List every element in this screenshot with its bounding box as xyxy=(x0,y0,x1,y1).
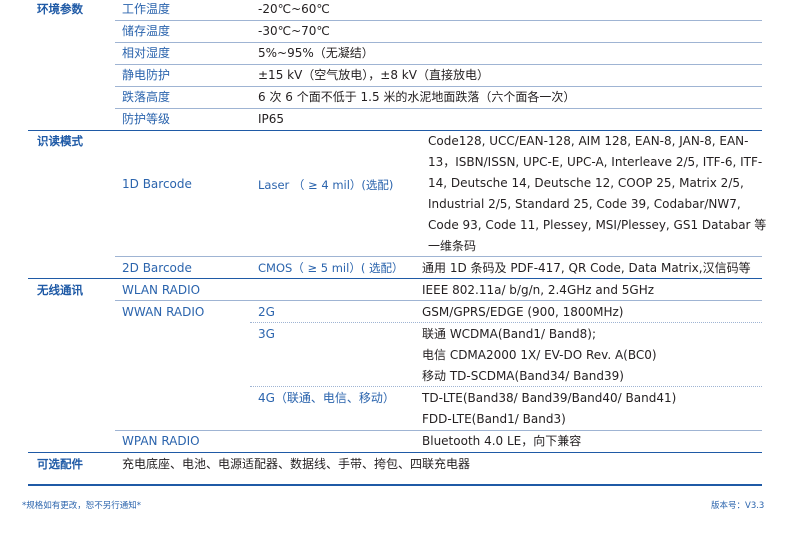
wpan-label: WPAN RADIO xyxy=(122,434,200,448)
wwan-3g-line: 移动 TD-SCDMA(Band34/ Band39) xyxy=(422,369,624,383)
env-value-operating-temp: -20℃~60℃ xyxy=(258,2,330,16)
scan-label-2d: 2D Barcode xyxy=(122,261,192,275)
row-divider xyxy=(115,256,762,257)
section-title-environment: 环境参数 xyxy=(37,2,83,16)
section-divider xyxy=(28,278,762,279)
footer-rule xyxy=(28,484,762,486)
row-divider xyxy=(115,64,762,65)
wwan-sub-4g: 4G（联通、电信、移动） xyxy=(258,391,395,405)
wwan-4g-line: FDD-LTE(Band1/ Band3) xyxy=(422,412,566,426)
wwan-2g-value: GSM/GPRS/EDGE (900, 1800MHz) xyxy=(422,305,624,319)
wwan-sub-2g: 2G xyxy=(258,305,275,319)
env-label-esd: 静电防护 xyxy=(122,68,171,82)
row-divider xyxy=(115,42,762,43)
wpan-value: Bluetooth 4.0 LE，向下兼容 xyxy=(422,434,582,448)
scan-1d-line: Code 93, Code 11, Plessey, MSI/Plessey, … xyxy=(428,218,767,232)
wwan-4g-line: TD-LTE(Band38/ Band39/Band40/ Band41) xyxy=(422,391,677,405)
env-label-storage-temp: 储存温度 xyxy=(122,24,171,38)
env-label-drop: 跌落高度 xyxy=(122,90,171,104)
env-value-storage-temp: -30℃~70℃ xyxy=(258,24,330,38)
env-value-humidity: 5%~95%（无凝结） xyxy=(258,46,374,60)
env-label-humidity: 相对湿度 xyxy=(122,46,171,60)
env-value-ip-rating: IP65 xyxy=(258,112,285,126)
footer-disclaimer: *规格如有更改，恕不另行通知* xyxy=(22,501,142,511)
row-divider xyxy=(115,430,762,431)
scan-1d-line: 13，ISBN/ISSN, UPC-E, UPC-A, Interleave 2… xyxy=(428,155,763,169)
scan-label-1d: 1D Barcode xyxy=(122,177,192,191)
scan-1d-line: 一维条码 xyxy=(428,239,477,253)
row-divider xyxy=(250,322,762,323)
wwan-label: WWAN RADIO xyxy=(122,305,205,319)
wwan-3g-line: 电信 CDMA2000 1X/ EV-DO Rev. A(BC0) xyxy=(422,348,657,362)
scan-1d-line: Code128, UCC/EAN-128, AIM 128, EAN-8, JA… xyxy=(428,134,749,148)
section-divider xyxy=(28,452,762,453)
accessories-value: 充电底座、电池、电源适配器、数据线、手带、挎包、四联充电器 xyxy=(122,457,471,471)
section-divider xyxy=(28,130,762,131)
section-title-accessories: 可选配件 xyxy=(37,457,83,471)
row-divider xyxy=(115,86,762,87)
scan-sub-cmos: CMOS（ ≥ 5 mil）( 选配） xyxy=(258,261,404,275)
scan-1d-line: 14, Deutsche 14, Deutsche 12, COOP 25, M… xyxy=(428,176,744,190)
wwan-3g-line: 联通 WCDMA(Band1/ Band8); xyxy=(422,327,597,341)
env-label-operating-temp: 工作温度 xyxy=(122,2,171,16)
scan-2d-value: 通用 1D 条码及 PDF-417, QR Code, Data Matrix,… xyxy=(422,261,751,275)
row-divider xyxy=(115,108,762,109)
scan-sub-laser: Laser （ ≥ 4 mil）(选配) xyxy=(258,178,394,192)
row-divider xyxy=(115,300,762,301)
section-title-scan: 识读模式 xyxy=(37,134,83,148)
footer-version: 版本号：V3.3 xyxy=(711,501,765,511)
wlan-label: WLAN RADIO xyxy=(122,283,201,297)
env-label-ip-rating: 防护等级 xyxy=(122,112,171,126)
env-value-esd: ±15 kV（空气放电），±8 kV（直接放电） xyxy=(258,68,489,82)
section-title-wireless: 无线通讯 xyxy=(37,283,83,297)
row-divider xyxy=(250,386,762,387)
env-value-drop: 6 次 6 个面不低于 1.5 米的水泥地面跌落（六个面各一次） xyxy=(258,90,576,104)
wwan-sub-3g: 3G xyxy=(258,327,275,341)
scan-1d-line: Industrial 2/5, Standard 25, Code 39, Co… xyxy=(428,197,741,211)
wlan-value: IEEE 802.11a/ b/g/n, 2.4GHz and 5GHz xyxy=(422,283,655,297)
row-divider xyxy=(115,20,762,21)
